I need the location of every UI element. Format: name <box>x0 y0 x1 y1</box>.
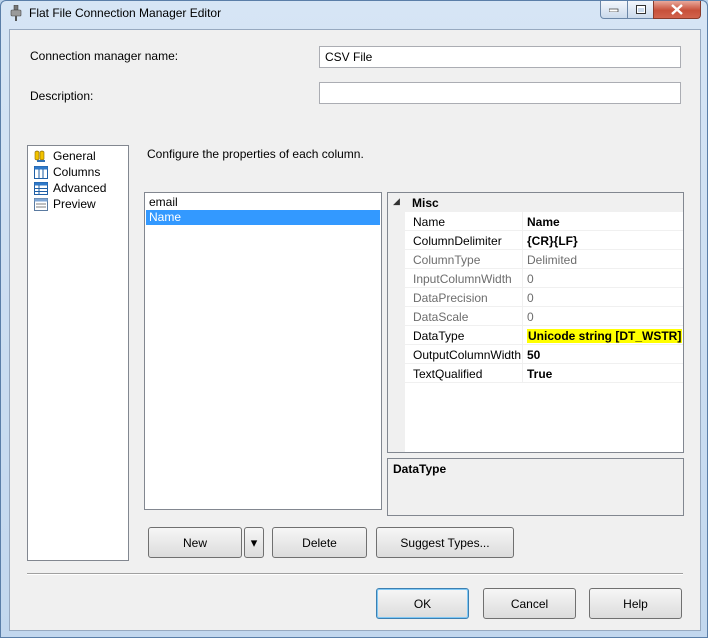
property-row[interactable]: InputColumnWidth 0 <box>405 269 683 288</box>
instruction-text: Configure the properties of each column. <box>147 147 364 161</box>
ok-button[interactable]: OK <box>376 588 469 619</box>
property-category-misc[interactable]: ◢ Misc <box>388 193 683 212</box>
minimize-button[interactable] <box>600 1 628 19</box>
property-value: Delimited <box>527 253 578 267</box>
column-list[interactable]: email Name <box>144 192 382 510</box>
property-description-title: DataType <box>393 462 447 476</box>
property-value[interactable]: {CR}{LF} <box>527 234 578 248</box>
nav-item-preview[interactable]: Preview <box>34 196 96 212</box>
property-row[interactable]: OutputColumnWidth 50 <box>405 345 683 364</box>
property-name: DataScale <box>413 310 469 324</box>
nav-item-label: General <box>53 149 96 163</box>
new-button[interactable]: New <box>148 527 242 558</box>
property-divider <box>522 231 523 250</box>
property-grid[interactable]: ◢ Misc Name Name ColumnDelimiter {CR}{LF} Co… <box>387 192 684 453</box>
nav-item-label: Advanced <box>53 181 107 195</box>
property-divider <box>522 212 523 231</box>
property-divider <box>522 250 523 269</box>
property-divider <box>522 326 523 345</box>
general-icon <box>34 150 48 163</box>
nav-item-general[interactable]: General <box>34 148 96 164</box>
property-row[interactable]: DataPrecision 0 <box>405 288 683 307</box>
connection-name-input[interactable]: CSV File <box>319 46 681 68</box>
property-name: TextQualified <box>413 367 483 381</box>
close-button[interactable] <box>653 1 701 19</box>
nav-item-label: Columns <box>53 165 101 179</box>
category-label: Misc <box>412 196 439 210</box>
maximize-button[interactable] <box>627 1 654 19</box>
page-navigation: General Columns Advanced Preview <box>27 145 129 561</box>
minimize-icon <box>609 8 619 12</box>
delete-button[interactable]: Delete <box>272 527 367 558</box>
property-value[interactable]: Name <box>527 215 560 229</box>
preview-icon <box>34 197 48 211</box>
collapse-toggle-icon[interactable]: ◢ <box>393 196 400 207</box>
property-name: ColumnDelimiter <box>413 234 502 248</box>
connection-manager-icon <box>9 4 23 21</box>
nav-item-columns[interactable]: Columns <box>34 164 100 180</box>
property-row[interactable]: TextQualified True <box>405 364 683 383</box>
property-divider <box>522 288 523 307</box>
property-value[interactable]: Unicode string [DT_WSTR] <box>527 329 683 343</box>
property-value: 0 <box>527 291 534 305</box>
new-dropdown-button[interactable]: ▾ <box>244 527 264 558</box>
close-icon <box>671 4 683 15</box>
dialog-window: Flat File Connection Manager Editor Conn… <box>0 0 708 638</box>
connection-name-label: Connection manager name: <box>30 49 179 63</box>
property-row[interactable]: Name Name <box>405 212 683 231</box>
property-value: 0 <box>527 310 534 324</box>
columns-icon <box>34 165 48 179</box>
property-divider <box>522 269 523 288</box>
property-row[interactable]: DataType Unicode string [DT_WSTR] <box>405 326 683 345</box>
property-row[interactable]: DataScale 0 <box>405 307 683 326</box>
property-divider <box>522 364 523 383</box>
property-row[interactable]: ColumnDelimiter {CR}{LF} <box>405 231 683 250</box>
description-label: Description: <box>30 89 94 103</box>
maximize-icon <box>635 5 646 14</box>
property-value: 0 <box>527 272 534 286</box>
property-divider <box>522 345 523 364</box>
nav-item-label: Preview <box>53 197 96 211</box>
property-grid-gutter <box>388 193 405 452</box>
property-name: ColumnType <box>413 253 481 267</box>
property-description-panel: DataType <box>387 458 684 516</box>
footer-divider <box>27 573 683 575</box>
property-divider <box>522 307 523 326</box>
suggest-types-button[interactable]: Suggest Types... <box>376 527 514 558</box>
column-item-name[interactable]: Name <box>146 210 380 225</box>
nav-item-advanced[interactable]: Advanced <box>34 180 106 196</box>
advanced-icon <box>34 181 48 195</box>
property-name: OutputColumnWidth <box>413 348 521 362</box>
cancel-button[interactable]: Cancel <box>483 588 576 619</box>
dialog-client-area: Connection manager name: CSV File Descri… <box>9 29 701 631</box>
window-title: Flat File Connection Manager Editor <box>29 6 222 20</box>
property-name: Name <box>413 215 446 229</box>
property-value[interactable]: 50 <box>527 348 540 362</box>
property-name: DataPrecision <box>413 291 488 305</box>
property-name: InputColumnWidth <box>413 272 512 286</box>
property-name: DataType <box>413 329 465 343</box>
description-input[interactable] <box>319 82 681 104</box>
property-value[interactable]: True <box>527 367 552 381</box>
title-bar[interactable]: Flat File Connection Manager Editor <box>1 1 707 27</box>
help-button[interactable]: Help <box>589 588 682 619</box>
property-row[interactable]: ColumnType Delimited <box>405 250 683 269</box>
column-item-email[interactable]: email <box>146 195 380 210</box>
